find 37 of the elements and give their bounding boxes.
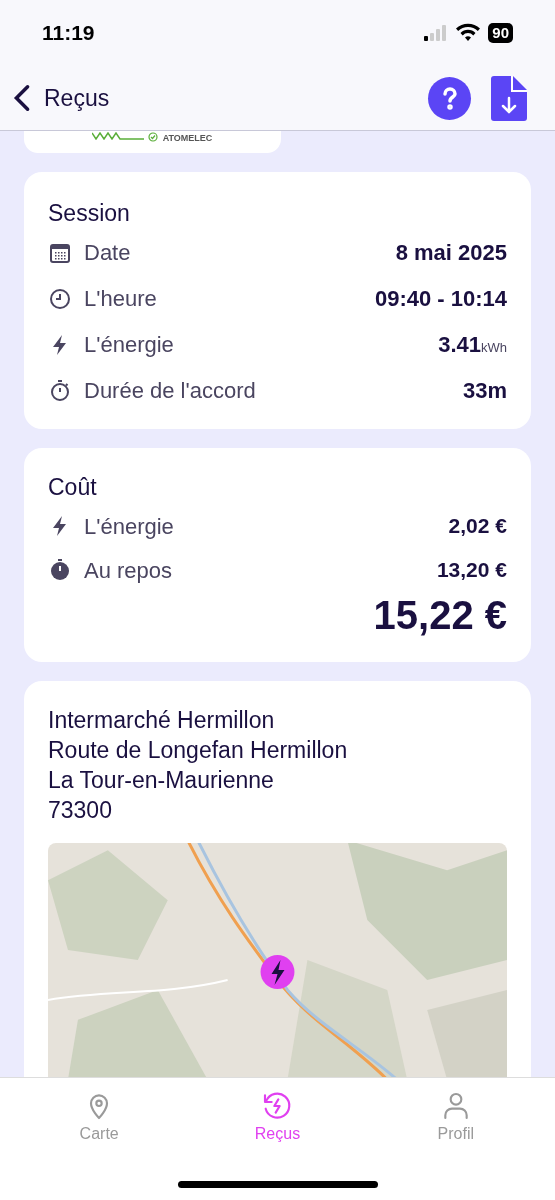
clock-icon bbox=[48, 286, 72, 311]
row-value: 13,20 € bbox=[436, 557, 507, 584]
address-line: Intermarché Hermillon bbox=[48, 706, 276, 735]
row-label: L'heure bbox=[84, 285, 157, 313]
address-line: Route de Longefan Hermillon bbox=[48, 736, 349, 765]
row-value: 3.41kWh bbox=[438, 331, 507, 359]
back-label: Reçus bbox=[44, 83, 110, 113]
chevron-left-icon bbox=[12, 84, 32, 112]
wifi-icon bbox=[456, 23, 481, 43]
clock-time: 11:19 bbox=[42, 20, 95, 47]
back-button[interactable]: Reçus bbox=[12, 80, 110, 116]
address-line: La Tour-en-Maurienne bbox=[48, 766, 275, 795]
download-file-icon[interactable] bbox=[491, 75, 527, 121]
row-label: Date bbox=[84, 239, 131, 267]
stopwatch-icon bbox=[48, 558, 72, 582]
address-line: 73300 bbox=[48, 796, 113, 825]
row-value: 33m bbox=[462, 377, 507, 405]
tab-item[interactable]: Profil bbox=[395, 1090, 516, 1146]
row-label: L'énergie bbox=[84, 331, 174, 359]
logo-text: ATOMELEC bbox=[161, 132, 214, 144]
battery-indicator: 90 bbox=[488, 23, 513, 43]
stopwatch-icon bbox=[48, 378, 72, 403]
signal-icon bbox=[424, 25, 449, 41]
row-label: Au repos bbox=[84, 556, 173, 585]
row-label: L'énergie bbox=[84, 512, 174, 541]
help-button[interactable] bbox=[428, 76, 471, 120]
tab-item[interactable]: Reçus bbox=[217, 1090, 338, 1146]
row-value: 2,02 € bbox=[448, 513, 507, 540]
row-value: 09:40 - 10:14 bbox=[374, 285, 507, 313]
total-amount: 15,22 € bbox=[373, 592, 507, 639]
card-title: Coût bbox=[48, 472, 98, 502]
row-value: 8 mai 2025 bbox=[395, 239, 507, 267]
tab-item[interactable]: Carte bbox=[39, 1090, 160, 1146]
check-circle-icon bbox=[147, 132, 158, 142]
logo-wave-icon bbox=[91, 132, 144, 140]
card-title: Session bbox=[48, 199, 131, 228]
row-label: Durée de l'accord bbox=[84, 377, 256, 405]
